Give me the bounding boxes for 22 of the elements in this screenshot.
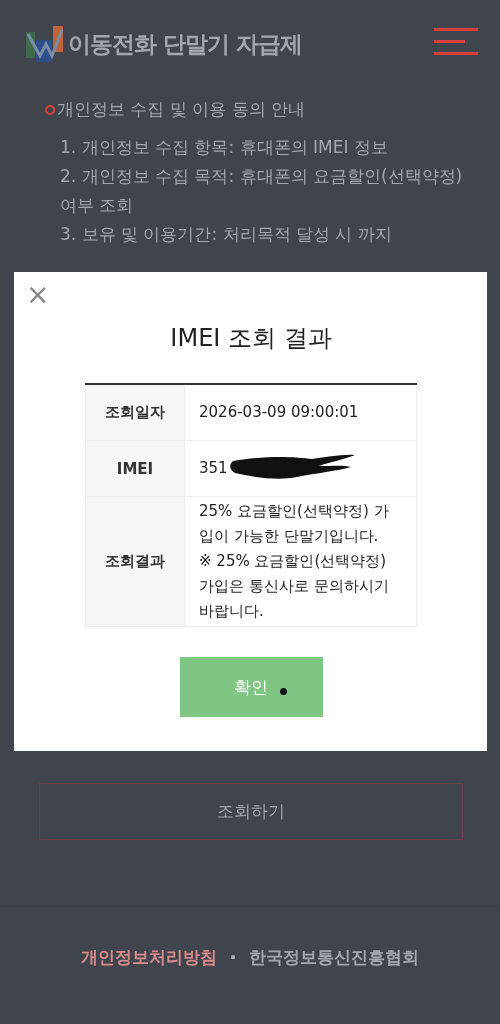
- table-cell: 2026-03-09 09:00:01: [185, 385, 417, 440]
- notice-text: 1. 개인정보 수집 항목: 휴대폰의 IMEI 정보: [60, 136, 389, 159]
- row-header: 조회결과: [85, 497, 185, 626]
- notice-text: 3. 보유 및 이용기간: 처리목적 달성 시 까지: [60, 223, 393, 246]
- footer-link[interactable]: 한국정보통신진흥협회: [248, 945, 419, 969]
- table-cell: 25% 요금할인(선택약정) 가입이 가능한 단말기입니다. ※ 25% 요금할인(선택약정) 가입은 통신사로 문의하시기 바랍니다.: [185, 497, 417, 626]
- site-title[interactable]: 이동전화 단말기 자급제: [68, 28, 302, 60]
- notice-text: 2. 개인정보 수집 목적: 휴대폰의 요금할인(선택약정) 여부 조회: [60, 165, 464, 217]
- menu-icon[interactable]: [434, 28, 480, 56]
- dialog-title: IMEI 조회 결과: [169, 323, 333, 354]
- bullet-icon: [45, 104, 55, 115]
- footer-link[interactable]: 개인정보처리방침: [81, 945, 218, 969]
- touch-dot-icon: [280, 688, 287, 695]
- logo-icon: [26, 26, 64, 62]
- confirm-button[interactable]: 확인: [179, 657, 323, 717]
- table-cell: 351: [185, 441, 417, 496]
- separator-dot: ·: [229, 945, 237, 969]
- section-heading: 개인정보 수집 및 이용 동의 안내: [57, 98, 306, 121]
- close-button[interactable]: ×: [26, 282, 50, 308]
- submit-button[interactable]: 조회하기: [39, 783, 463, 840]
- row-header: 조회일자: [85, 385, 185, 440]
- row-header: IMEI: [85, 441, 185, 496]
